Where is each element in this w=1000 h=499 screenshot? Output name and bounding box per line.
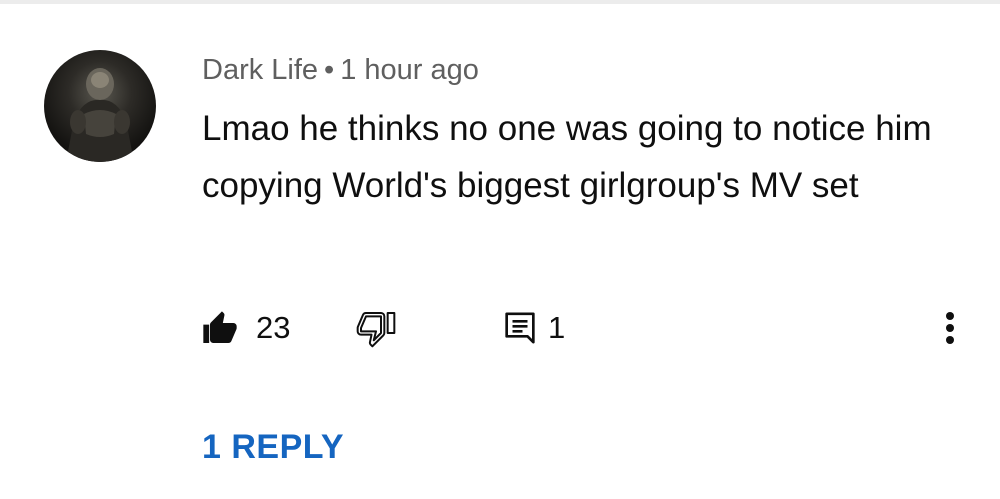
avatar[interactable] [44,50,156,162]
more-options-button[interactable] [932,304,968,352]
avatar-image [66,68,134,162]
divider [0,0,1000,4]
comment-actions: 23 1 [0,300,1000,356]
author-name[interactable]: Dark Life [202,54,318,86]
meta-separator: • [324,54,335,86]
view-replies-button[interactable]: 1 REPLY [202,425,344,469]
comment-text: Lmao he thinks no one was going to notic… [202,109,932,205]
comment-meta: Dark Life • 1 hour ago [202,50,479,90]
reply-button[interactable] [500,308,540,353]
more-vertical-icon [946,312,954,344]
dislike-button[interactable] [356,308,396,353]
reply-count: 1 [548,310,566,345]
comment-timestamp[interactable]: 1 hour ago [340,54,479,86]
comment-card: Dark Life • 1 hour ago Lmao he thinks no o… [0,0,1000,499]
thumbs-down-outline-icon [356,312,396,348]
like-count: 23 [256,310,291,345]
comment-icon [505,312,535,344]
like-button[interactable] [200,308,240,348]
thumbs-up-filled-icon [203,311,237,343]
